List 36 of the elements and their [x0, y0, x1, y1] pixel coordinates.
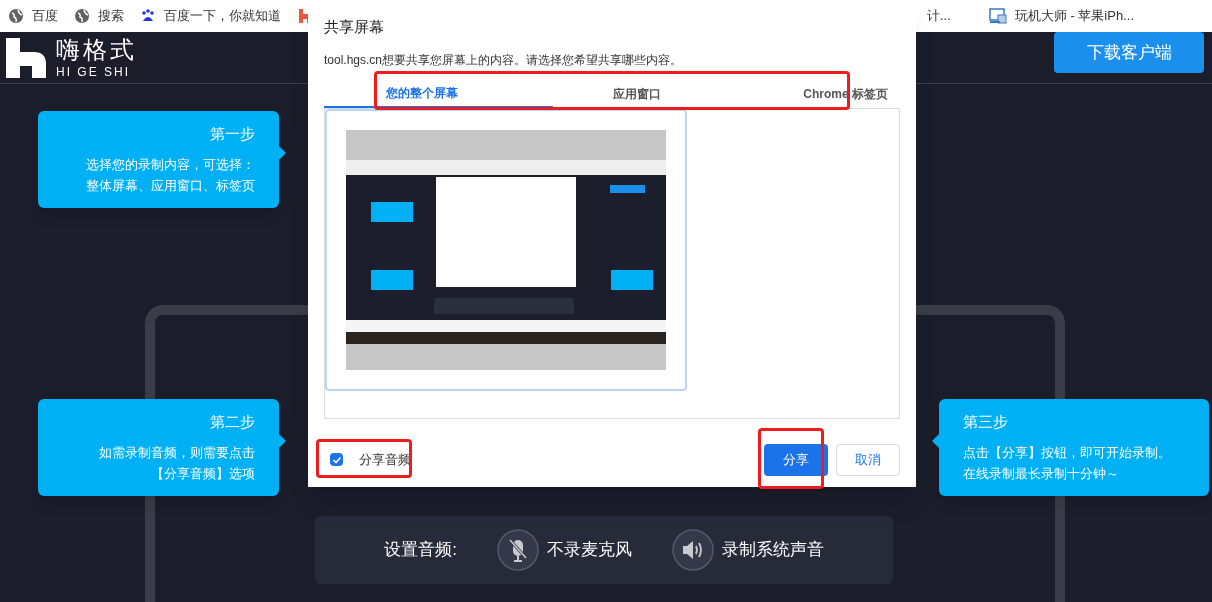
- checkmark-icon: [331, 454, 342, 465]
- microphone-off-icon[interactable]: [496, 529, 539, 571]
- bookmark-label[interactable]: 百度一下，你就知道: [164, 6, 281, 26]
- logo-name: 嗨格式: [56, 37, 137, 62]
- highlight-frame: [758, 428, 824, 489]
- logo-subtitle: HI GE SHI: [56, 65, 131, 78]
- bookmark-label[interactable]: 百度: [32, 6, 58, 26]
- audio-settings-label: 设置音频:: [384, 539, 457, 562]
- step-description: 整体屏幕、应用窗口、标签页: [85, 176, 255, 195]
- step-description: 选择您的录制内容，可选择：: [85, 155, 255, 174]
- dialog-subtitle: tool.hgs.cn想要共享您屏幕上的内容。请选择您希望共享哪些内容。: [324, 51, 684, 69]
- step-description: 在线录制最长录制十分钟～: [963, 464, 1120, 483]
- logo-icon: [4, 37, 48, 78]
- audio-option-label[interactable]: 录制系统声音: [721, 537, 824, 563]
- source-tab[interactable]: Chrome 标签页: [720, 80, 900, 108]
- speaker-icon[interactable]: [671, 529, 714, 571]
- share-button[interactable]: 分享: [764, 443, 828, 476]
- screen-option-card[interactable]: [325, 108, 687, 391]
- step-title: 第一步: [209, 124, 255, 144]
- globe-icon: [8, 8, 24, 24]
- step-title: 第二步: [209, 412, 255, 432]
- bookmark-label[interactable]: 玩机大师 - 苹果iPh...: [1014, 6, 1134, 26]
- globe-icon: [74, 8, 90, 24]
- paw-icon: [140, 8, 156, 24]
- audio-option-label[interactable]: 不录麦克风: [546, 537, 632, 563]
- bookmark-label[interactable]: 搜索: [98, 6, 124, 26]
- step-description: 点击【分享】按钮，即可开始录制。: [963, 443, 1172, 462]
- source-tab[interactable]: 应用窗口: [553, 80, 721, 108]
- cancel-button[interactable]: 取消: [836, 443, 900, 476]
- step-title: 第三步: [963, 412, 1009, 432]
- monitor-icon: [988, 8, 1007, 24]
- step-description: 如需录制音频，则需要点击: [98, 443, 255, 462]
- step-description: 【分享音频】选项: [150, 464, 255, 483]
- source-tab[interactable]: 您的整个屏幕: [324, 80, 554, 108]
- bookmark-label[interactable]: 计...: [926, 6, 951, 26]
- dialog-title: 共享屏幕: [324, 17, 385, 37]
